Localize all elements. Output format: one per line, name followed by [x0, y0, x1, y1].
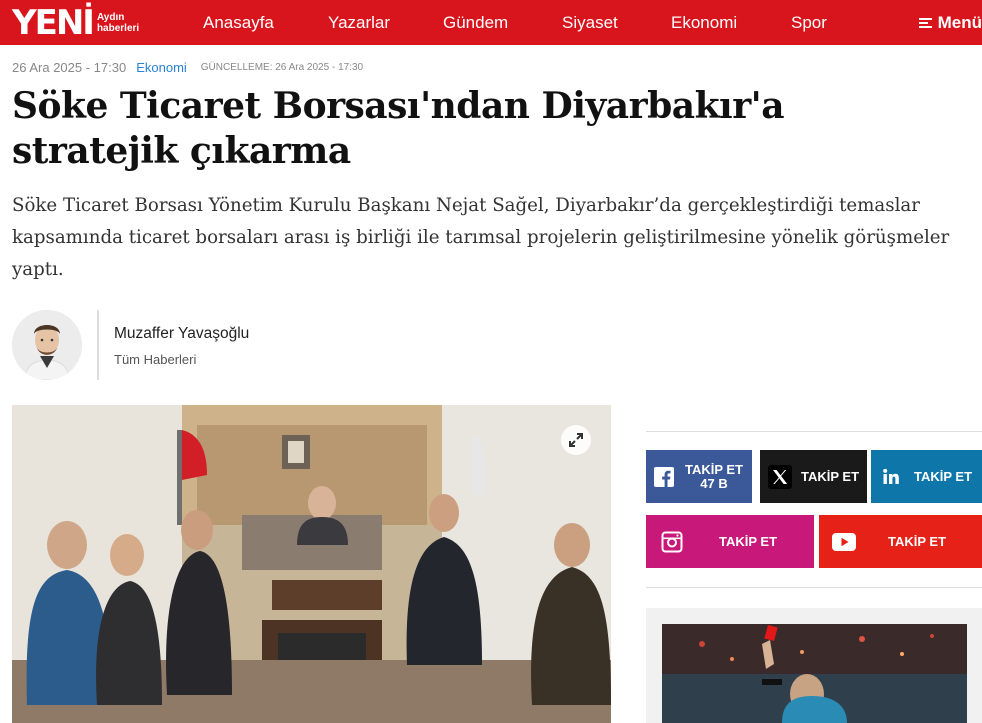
sidebar-news-image[interactable] — [662, 624, 967, 723]
author-name[interactable]: Muzaffer Yavaşoğlu — [114, 325, 249, 343]
x-icon — [760, 450, 800, 503]
author-avatar[interactable] — [12, 310, 82, 380]
expand-photo-button[interactable] — [561, 425, 591, 455]
expand-icon — [569, 433, 583, 447]
instagram-follow-label: TAKİP ET — [718, 533, 778, 549]
logo-wordmark: YENİ — [12, 3, 95, 43]
nav-item-siyaset[interactable]: Siyaset — [562, 0, 618, 45]
updated-date: GÜNCELLEME: 26 Ara 2025 - 17:30 — [200, 62, 364, 73]
hamburger-icon — [918, 16, 932, 30]
sidebar-divider-bottom — [646, 587, 982, 588]
menu-button[interactable]: Menü — [918, 0, 982, 45]
menu-label: Menü — [937, 13, 982, 32]
facebook-follow-button[interactable]: TAKİP ET 47 B — [646, 450, 752, 503]
nav-item-ekonomi[interactable]: Ekonomi — [671, 0, 737, 45]
author-divider — [97, 310, 99, 380]
nav-item-spor[interactable]: Spor — [791, 0, 827, 45]
nav-item-anasayfa[interactable]: Anasayfa — [203, 0, 274, 45]
logo-tagline: Aydın haberleri — [97, 12, 139, 34]
linkedin-follow-button[interactable]: TAKİP ET — [871, 450, 982, 503]
logo-tagline-line2: haberleri — [96, 23, 140, 34]
sidebar-divider-top — [646, 431, 982, 432]
nav-item-gundem[interactable]: Gündem — [443, 0, 508, 45]
youtube-follow-button[interactable]: TAKİP ET — [819, 515, 982, 568]
article-title: Söke Ticaret Borsası'ndan Diyarbakır'a s… — [12, 85, 785, 172]
logo-tagline-line1: Aydın — [96, 12, 125, 23]
facebook-icon — [646, 450, 682, 503]
category-link[interactable]: Ekonomi — [136, 60, 187, 75]
youtube-follow-label: TAKİP ET — [887, 533, 947, 549]
article-photo[interactable] — [12, 405, 611, 723]
article-meta: 26 Ara 2025 - 17:30 Ekonomi GÜNCELLEME: … — [12, 60, 363, 75]
facebook-follow-text: TAKİP ET — [684, 461, 744, 477]
facebook-follow-label: TAKİP ET 47 B — [682, 461, 746, 491]
instagram-icon — [646, 515, 698, 568]
facebook-follower-count: 47 B — [700, 475, 728, 491]
linkedin-icon — [871, 450, 911, 503]
site-logo[interactable]: YENİ Aydın haberleri — [12, 4, 139, 42]
publish-date: 26 Ara 2025 - 17:30 — [12, 60, 127, 75]
x-follow-button[interactable]: TAKİP ET — [760, 450, 867, 503]
youtube-icon — [819, 515, 869, 568]
top-navigation-bar: YENİ Aydın haberleri Anasayfa Yazarlar G… — [0, 0, 982, 45]
article-lede: Söke Ticaret Borsası Yönetim Kurulu Başk… — [12, 195, 950, 280]
instagram-follow-button[interactable]: TAKİP ET — [646, 515, 814, 568]
nav-item-yazarlar[interactable]: Yazarlar — [328, 0, 390, 45]
x-follow-label: TAKİP ET — [800, 468, 860, 484]
author-all-news-link[interactable]: Tüm Haberleri — [114, 352, 196, 367]
linkedin-follow-label: TAKİP ET — [913, 468, 973, 484]
